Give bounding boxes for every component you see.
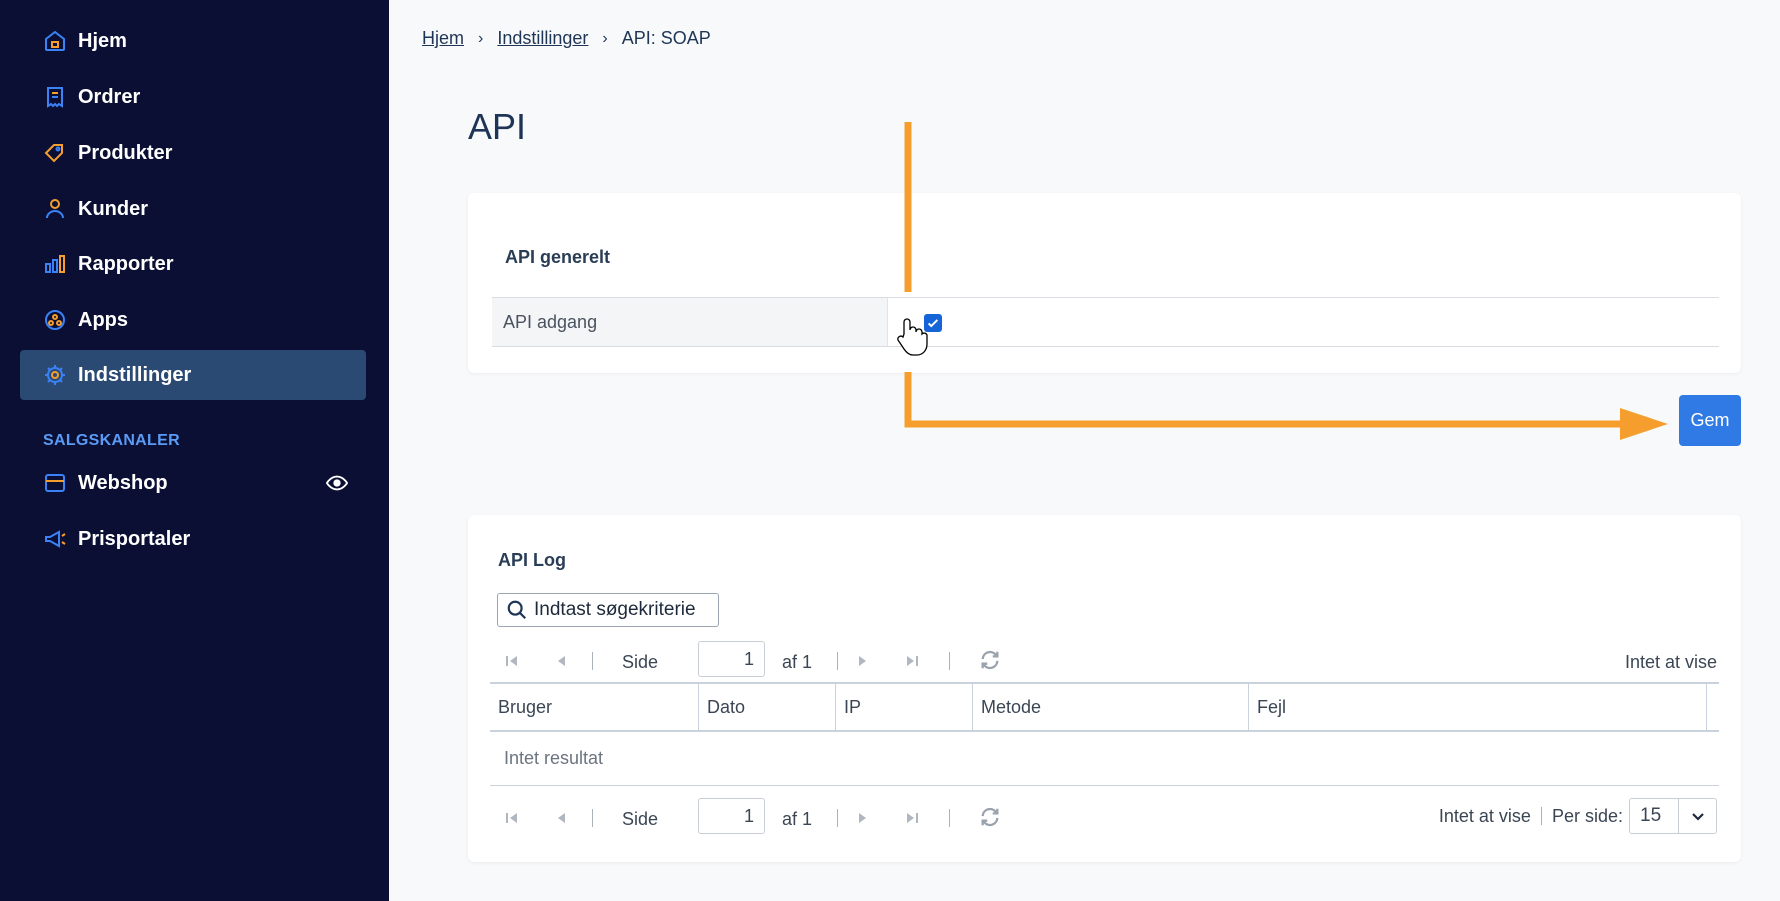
breadcrumb-current: API: SOAP — [621, 28, 711, 48]
next-page-icon[interactable] — [852, 808, 872, 828]
next-page-icon[interactable] — [852, 651, 872, 671]
per-page-group: Intet at vise Per side: 15 — [1439, 798, 1717, 834]
page-number-input[interactable] — [698, 798, 765, 834]
column-header-bruger[interactable]: Bruger — [490, 684, 699, 730]
bar-chart-icon — [42, 251, 68, 277]
check-icon — [927, 319, 939, 328]
last-page-icon[interactable] — [902, 651, 922, 671]
api-log-heading: API Log — [498, 550, 566, 570]
prev-page-icon[interactable] — [552, 651, 572, 671]
per-page-value: 15 — [1640, 805, 1662, 826]
sidebar-item-indstillinger[interactable]: Indstillinger — [20, 350, 366, 400]
log-table-header: Bruger Dato IP Metode Fejl — [490, 682, 1719, 732]
sidebar-item-label: Ordrer — [78, 85, 141, 108]
sidebar: Hjem Ordrer Produkter Kunder Rapporter A… — [0, 0, 389, 901]
store-icon — [42, 470, 68, 496]
refresh-icon[interactable] — [979, 649, 1001, 671]
pager-bottom: Side af 1 Intet at vise Per side: 15 — [492, 798, 1717, 838]
sidebar-item-hjem[interactable]: Hjem — [20, 16, 366, 66]
sidebar-item-rapporter[interactable]: Rapporter — [20, 239, 366, 289]
sales-channels-heading: SALGSKANALER — [43, 432, 180, 449]
search-placeholder: Indtast søgekriterie — [534, 599, 696, 620]
page-label: Side — [622, 809, 659, 829]
item-count-text: Intet at vise — [1624, 652, 1717, 672]
page-number-input[interactable] — [698, 641, 765, 677]
sidebar-item-label: Indstillinger — [78, 363, 192, 386]
sidebar-item-label: Kunder — [78, 197, 148, 220]
user-icon — [42, 196, 68, 222]
sidebar-item-label: Prisportaler — [78, 527, 191, 550]
eye-icon[interactable] — [325, 472, 349, 494]
breadcrumb-settings-link[interactable]: Indstillinger — [497, 28, 588, 49]
sidebar-item-kunder[interactable]: Kunder — [20, 184, 366, 234]
sidebar-item-label: Hjem — [78, 29, 127, 52]
chevron-down-icon — [1678, 799, 1716, 833]
page-of-label: af 1 — [782, 652, 813, 672]
sidebar-item-label: Webshop — [78, 471, 168, 494]
sidebar-item-label: Rapporter — [78, 252, 174, 275]
empty-result-text: Intet resultat — [504, 748, 604, 768]
sidebar-item-prisportaler[interactable]: Prisportaler — [20, 514, 366, 564]
receipt-icon — [42, 84, 68, 110]
first-page-icon[interactable] — [502, 651, 522, 671]
chevron-right-icon: › — [602, 29, 608, 47]
save-button[interactable]: Gem — [1679, 395, 1741, 446]
api-access-row: API adgang — [492, 297, 1719, 347]
empty-result-row: Intet resultat — [490, 732, 1719, 786]
breadcrumb-home-link[interactable]: Hjem — [422, 28, 464, 49]
tag-icon — [42, 140, 68, 166]
pager-top: Side af 1 Intet at vise — [492, 641, 1717, 681]
last-page-icon[interactable] — [902, 808, 922, 828]
api-access-label: API adgang — [492, 298, 888, 346]
apps-icon — [42, 307, 68, 333]
api-general-heading: API generelt — [505, 247, 611, 267]
column-header-dato[interactable]: Dato — [699, 684, 836, 730]
first-page-icon[interactable] — [502, 808, 522, 828]
prev-page-icon[interactable] — [552, 808, 572, 828]
per-page-select[interactable]: 15 — [1629, 798, 1717, 834]
page-of-label: af 1 — [782, 809, 813, 829]
home-icon — [42, 28, 68, 54]
api-general-card: API generelt API adgang — [468, 193, 1741, 373]
search-icon — [507, 600, 527, 620]
per-page-label: Per side: — [1551, 805, 1623, 826]
megaphone-icon — [42, 526, 68, 552]
page-title: API — [468, 106, 527, 147]
search-input[interactable]: Indtast søgekriterie — [497, 593, 719, 627]
column-header-ip[interactable]: IP — [836, 684, 973, 730]
sidebar-item-apps[interactable]: Apps — [20, 295, 366, 345]
divider — [592, 652, 593, 670]
item-count-text: Intet at vise — [1438, 805, 1531, 826]
column-header-metode[interactable]: Metode — [973, 684, 1249, 730]
page-label: Side — [622, 652, 659, 672]
refresh-icon[interactable] — [979, 806, 1001, 828]
api-access-checkbox[interactable] — [924, 314, 942, 332]
column-header-fejl[interactable]: Fejl — [1249, 684, 1707, 730]
chevron-right-icon: › — [478, 29, 484, 47]
sidebar-item-ordrer[interactable]: Ordrer — [20, 72, 366, 122]
divider — [949, 652, 950, 670]
divider — [837, 809, 838, 827]
divider — [1540, 807, 1542, 825]
gear-icon — [42, 362, 68, 388]
sidebar-item-produkter[interactable]: Produkter — [20, 128, 366, 178]
breadcrumb: Hjem › Indstillinger › API: SOAP — [422, 28, 711, 49]
divider — [837, 652, 838, 670]
divider — [949, 809, 950, 827]
api-log-card: API Log Indtast søgekriterie Side af 1 I… — [468, 515, 1741, 862]
sidebar-item-label: Apps — [78, 308, 128, 331]
divider — [592, 809, 593, 827]
sidebar-item-webshop[interactable]: Webshop — [20, 458, 366, 508]
sidebar-item-label: Produkter — [78, 141, 173, 164]
